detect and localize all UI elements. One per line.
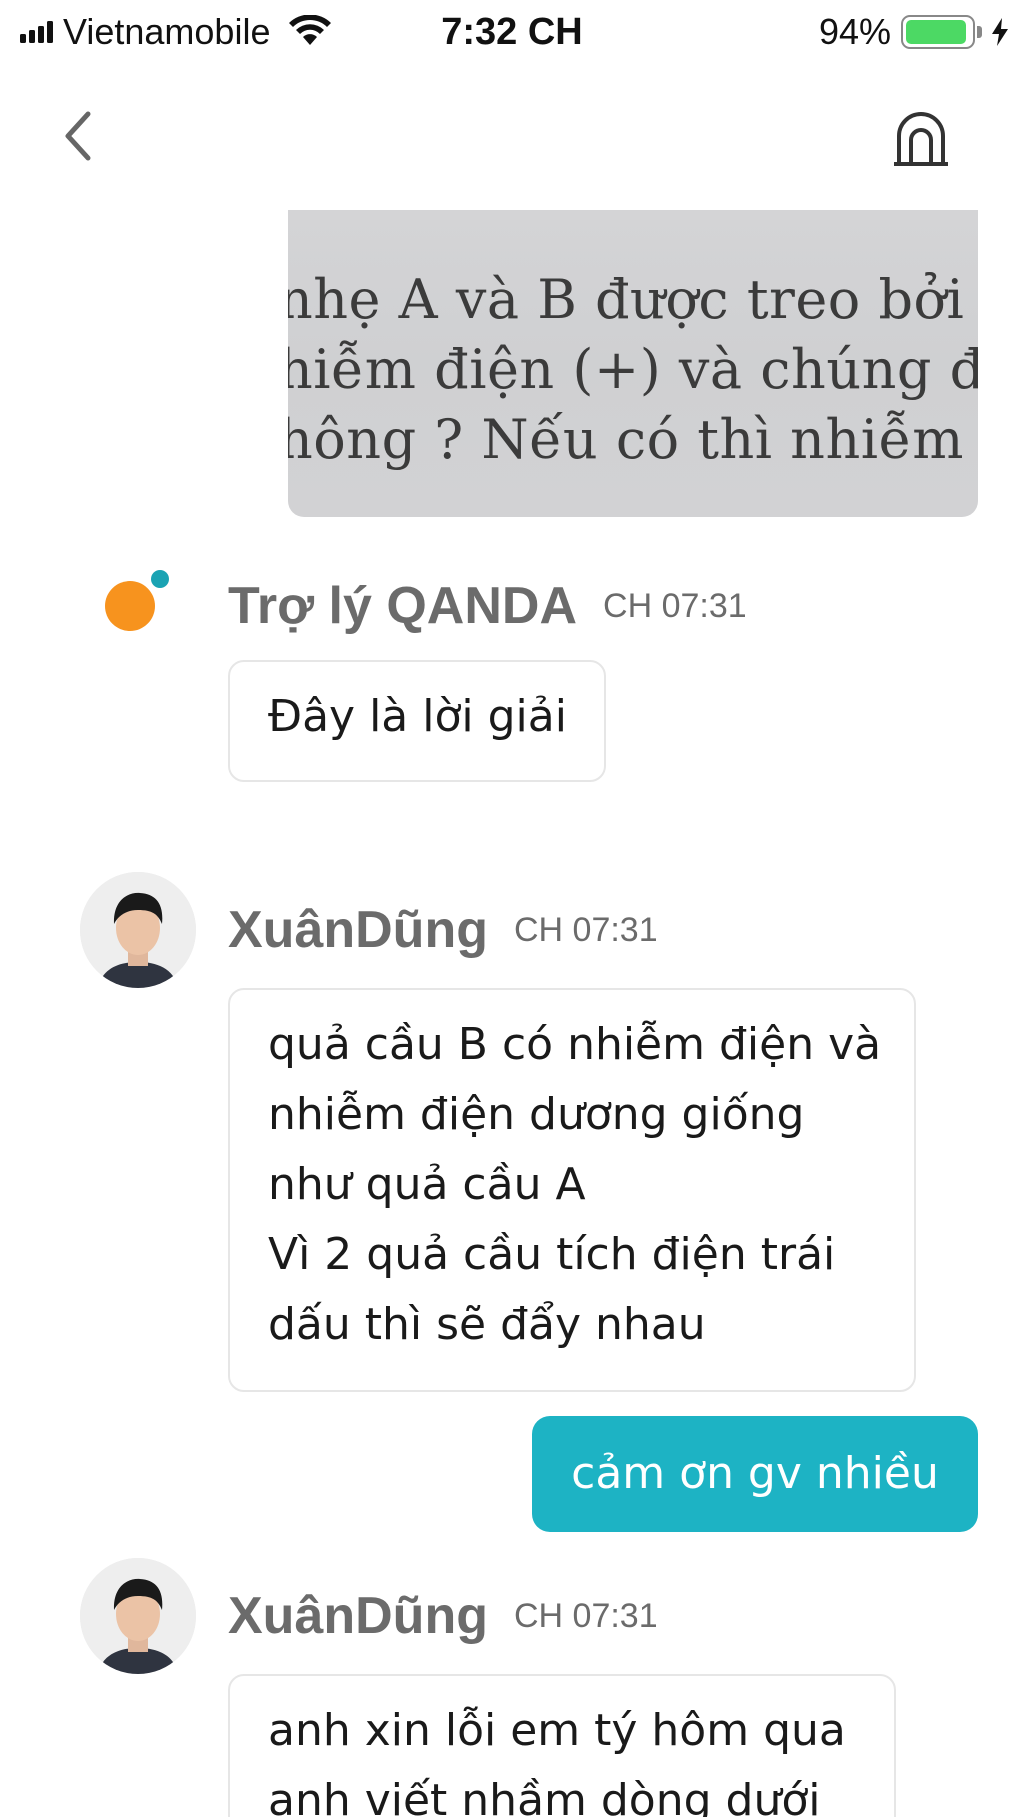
photo-text-line: hiễm điện (+) và chúng đẩy <box>288 338 978 401</box>
sender-row: XuânDũng CH 07:31 <box>228 898 658 962</box>
message-text: như quả cầu A <box>268 1159 586 1210</box>
message-text: Vì 2 quả cầu tích điện trái <box>268 1229 836 1280</box>
sender-name: XuânDũng <box>228 1587 488 1645</box>
sender-name: XuânDũng <box>228 901 488 959</box>
tutor-avatar[interactable] <box>80 872 196 988</box>
message-bubble: quả cầu B có nhiễm điện và nhiễm điện dư… <box>228 988 916 1392</box>
message-time: CH 07:31 <box>513 910 658 949</box>
message-bubble: Đây là lời giải <box>228 660 606 782</box>
message-text: nhiễm điện dương giống <box>268 1089 805 1140</box>
message-text: dấu thì sẽ đẩy nhau <box>268 1299 706 1350</box>
chat-screen: Vietnamobile 7:32 CH 94% nhẹ A và B được… <box>0 0 1024 1817</box>
charging-bolt-icon <box>992 18 1008 46</box>
message-text: Đây là lời giải <box>268 691 567 742</box>
arch-icon[interactable] <box>890 108 952 168</box>
sender-row: XuânDũng CH 07:31 <box>228 1584 658 1648</box>
tutor-avatar[interactable] <box>80 1558 196 1674</box>
person-icon <box>80 872 196 988</box>
message-text: anh viết nhầm dòng dưới <box>268 1775 821 1817</box>
battery-fill <box>906 20 967 44</box>
battery-icon <box>901 15 975 49</box>
outgoing-message-bubble[interactable]: cảm ơn gv nhiều <box>532 1416 978 1532</box>
message-time: CH 07:31 <box>513 1596 658 1635</box>
chevron-left-icon[interactable] <box>52 104 104 168</box>
photo-text-line: nhẹ A và B được treo bởi h <box>288 268 978 331</box>
message-time: CH 07:31 <box>603 586 747 625</box>
status-bar: Vietnamobile 7:32 CH 94% <box>0 0 1024 64</box>
photo-text-line: hông ? Nếu có thì nhiễm điệ <box>288 408 978 471</box>
sender-name: Trợ lý QANDA <box>228 577 578 635</box>
status-right: 94% <box>819 10 1010 54</box>
qanda-logo-icon <box>105 570 169 631</box>
battery-nub <box>977 26 982 38</box>
message-text: anh xin lỗi em tý hôm qua <box>268 1705 846 1756</box>
battery-percent: 94% <box>818 11 891 52</box>
person-icon <box>80 1558 196 1674</box>
sender-row: Trợ lý QANDA CH 07:31 <box>228 570 747 642</box>
question-photo[interactable]: nhẹ A và B được treo bởi h hiễm điện (+)… <box>288 210 978 517</box>
message-text: quả cầu B có nhiễm điện và <box>268 1019 882 1070</box>
message-bubble: anh xin lỗi em tý hôm qua anh viết nhầm … <box>228 1674 896 1817</box>
